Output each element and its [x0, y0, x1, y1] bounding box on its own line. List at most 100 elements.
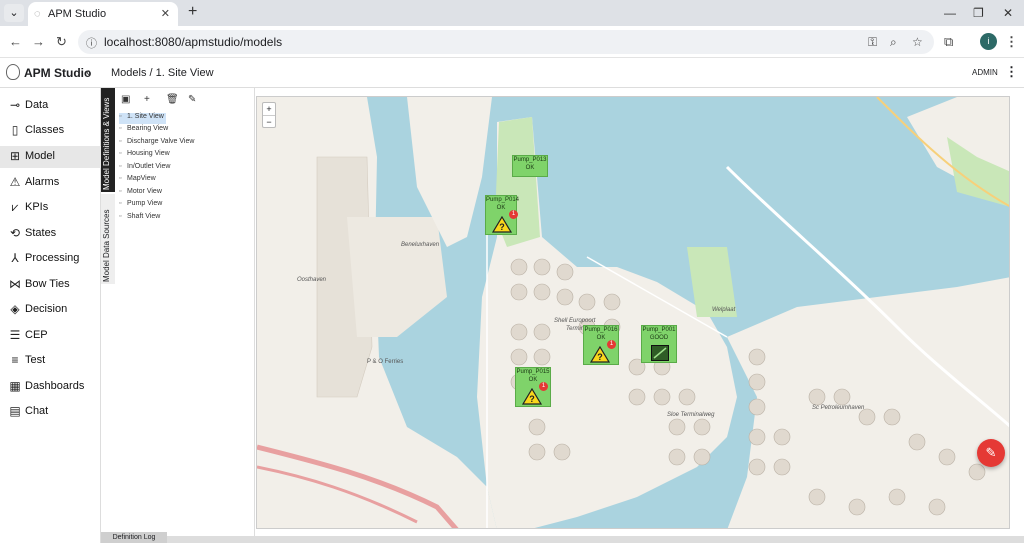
pump-name: Pump_P015: [516, 369, 550, 375]
footer-bar: [101, 536, 1024, 543]
zoom-out-button[interactable]: −: [263, 115, 275, 127]
zoom-icon[interactable]: ⌕: [890, 35, 897, 50]
profile-avatar[interactable]: i: [980, 33, 997, 50]
sidebar-item-classes[interactable]: ▯ Classes: [0, 120, 101, 142]
tree-item-label: Discharge Valve View: [127, 138, 195, 145]
add-icon[interactable]: +: [144, 94, 150, 105]
app-name: APM Studio: [24, 66, 92, 80]
tree-item[interactable]: ▫ MapView: [119, 175, 156, 186]
map-label: Sc Petroleumhaven: [812, 405, 865, 411]
sidebar-item-decision[interactable]: ◈ Decision: [0, 299, 101, 321]
sidebar-item-label: Alarms: [25, 176, 60, 188]
map-label: Oosthaven: [297, 277, 327, 283]
browser-tabstrip: ⌄ ◌ APM Studio ✕ + — ❐ ✕: [0, 0, 1024, 26]
tree-item[interactable]: ▫ Motor View: [119, 188, 162, 199]
sidebar-item-label: Classes: [25, 124, 65, 136]
sidebar-item-alarms[interactable]: ⚠ Alarms: [0, 172, 101, 194]
sidebar-item-bow-ties[interactable]: ⋈ Bow Ties: [0, 274, 101, 296]
tree-item[interactable]: ▫ Pump View: [119, 200, 162, 211]
delete-icon[interactable]: 🗑: [166, 94, 179, 105]
tree-item-site-view[interactable]: ▫ 1. Site View: [119, 113, 166, 124]
browser-toolbar: ← → ↻ ⓘ localhost:8080/apmstudio/models …: [0, 26, 1024, 58]
svg-text:?: ?: [529, 394, 535, 404]
tree-item[interactable]: ▫ In/Outlet View: [119, 163, 170, 174]
definition-log-tab[interactable]: Definition Log: [101, 532, 167, 543]
apm-studio-app: APM Studio ‹ Models / 1. Site View ADMIN…: [0, 58, 1024, 543]
pump-status: GOOD: [649, 335, 669, 341]
tab-model-data-sources[interactable]: Model Data Sources: [101, 194, 115, 284]
sidebar-item-dashboards[interactable]: ▦ Dashboards: [0, 376, 101, 398]
warning-icon: ⚠: [9, 175, 21, 189]
pump-marker-p001[interactable]: Pump_P001 GOOD: [641, 325, 677, 363]
user-name[interactable]: ADMIN: [972, 68, 998, 77]
pump-marker-p013[interactable]: Pump_P013 OK: [512, 155, 548, 177]
address-bar[interactable]: ⓘ localhost:8080/apmstudio/models ⚿ ⌕ ☆: [78, 30, 934, 54]
sidebar-item-kpis[interactable]: ⩗ KPIs: [0, 197, 101, 219]
forward-icon[interactable]: →: [32, 34, 45, 49]
view-icon: ▫: [119, 188, 122, 195]
sidebar-item-model[interactable]: ⊞ Model: [0, 146, 101, 168]
new-folder-icon[interactable]: ▣: [121, 94, 130, 105]
browser-menu-icon[interactable]: ⋮: [1005, 34, 1018, 50]
tree-item-label: In/Outlet View: [127, 163, 171, 170]
pump-marker-p016[interactable]: Pump_P016 OK ? 1: [583, 325, 619, 365]
back-icon[interactable]: ←: [9, 34, 22, 49]
sidebar-item-cep[interactable]: ☰ CEP: [0, 325, 101, 347]
sidebar-item-processing[interactable]: ⅄ Processing: [0, 248, 101, 270]
browser-tab[interactable]: ◌ APM Studio ✕: [28, 2, 178, 26]
sidebar-item-states[interactable]: ⟲ States: [0, 223, 101, 245]
sidebar-item-label: Data: [25, 99, 49, 111]
tree-item[interactable]: ▫ Bearing View: [119, 125, 168, 136]
alarm-count-badge: 1: [509, 210, 518, 219]
pump-marker-p015[interactable]: Pump_P015 OK ? 1: [515, 367, 551, 407]
tree-item[interactable]: ▫ Housing View: [119, 150, 170, 161]
pump-name: Pump_P001: [642, 327, 676, 333]
sidebar-item-label: CEP: [25, 329, 48, 341]
tab-model-definitions[interactable]: Model Definitions & Views: [101, 88, 115, 192]
tree-item[interactable]: ▫ Discharge Valve View: [119, 138, 194, 149]
warning-icon: ?: [492, 216, 512, 233]
tab-close-icon[interactable]: ✕: [161, 7, 170, 20]
tab-search-button[interactable]: ⌄: [4, 4, 24, 22]
chat-icon: ▤: [9, 404, 21, 418]
collapse-sidebar-icon[interactable]: ‹: [86, 65, 90, 79]
view-icon: ▫: [119, 213, 122, 220]
minimize-icon[interactable]: —: [944, 6, 956, 20]
alarm-count-badge: 1: [607, 340, 616, 349]
site-map[interactable]: + − Beneluxhaven Oosthaven P & O Ferries…: [256, 96, 1010, 529]
password-key-icon[interactable]: ⚿: [868, 35, 877, 50]
map-label: Beneluxhaven: [401, 242, 440, 248]
close-window-icon[interactable]: ✕: [1003, 6, 1013, 20]
svg-text:?: ?: [597, 352, 603, 362]
reload-icon[interactable]: ↻: [56, 34, 67, 50]
sidebar-item-label: Test: [25, 354, 46, 366]
test-checklist-icon: ≡: [11, 353, 19, 367]
sidebar-item-test[interactable]: ≡ Test: [0, 350, 101, 372]
pump-marker-p014[interactable]: Pump_P014 OK ? 1: [485, 195, 519, 235]
view-icon: ▫: [119, 113, 122, 120]
bookmark-star-icon[interactable]: ☆: [912, 35, 923, 49]
app-header: APM Studio ‹ Models / 1. Site View ADMIN…: [0, 58, 1024, 88]
tree-item-label: MapView: [127, 175, 156, 182]
edit-icon[interactable]: ✎: [188, 94, 196, 105]
sidebar-item-chat[interactable]: ▤ Chat: [0, 401, 101, 423]
extensions-icon[interactable]: ⧉: [944, 34, 953, 50]
restore-icon[interactable]: ❐: [973, 6, 984, 20]
favicon-icon: ◌: [34, 8, 41, 20]
map-label: Welplaat: [712, 307, 736, 313]
alarm-count-badge: 1: [539, 382, 548, 391]
sidebar-item-data[interactable]: ⊸ Data: [0, 95, 101, 117]
new-tab-button[interactable]: +: [188, 4, 197, 20]
warning-icon: ?: [590, 346, 610, 363]
tree-item[interactable]: ▫ Shaft View: [119, 213, 160, 224]
edit-fab-button[interactable]: ✎: [977, 439, 1005, 467]
map-zoom-control: + −: [262, 102, 276, 128]
sidebar-item-label: Bow Ties: [25, 278, 70, 290]
zoom-in-button[interactable]: +: [263, 103, 275, 115]
data-flow-icon: ⊸: [9, 98, 21, 112]
good-status-icon: [651, 345, 669, 361]
map-canvas: [257, 97, 1009, 528]
more-options-icon[interactable]: ⋮: [1005, 64, 1018, 80]
url-text: localhost:8080/apmstudio/models: [104, 35, 283, 49]
site-info-icon[interactable]: ⓘ: [86, 35, 97, 51]
